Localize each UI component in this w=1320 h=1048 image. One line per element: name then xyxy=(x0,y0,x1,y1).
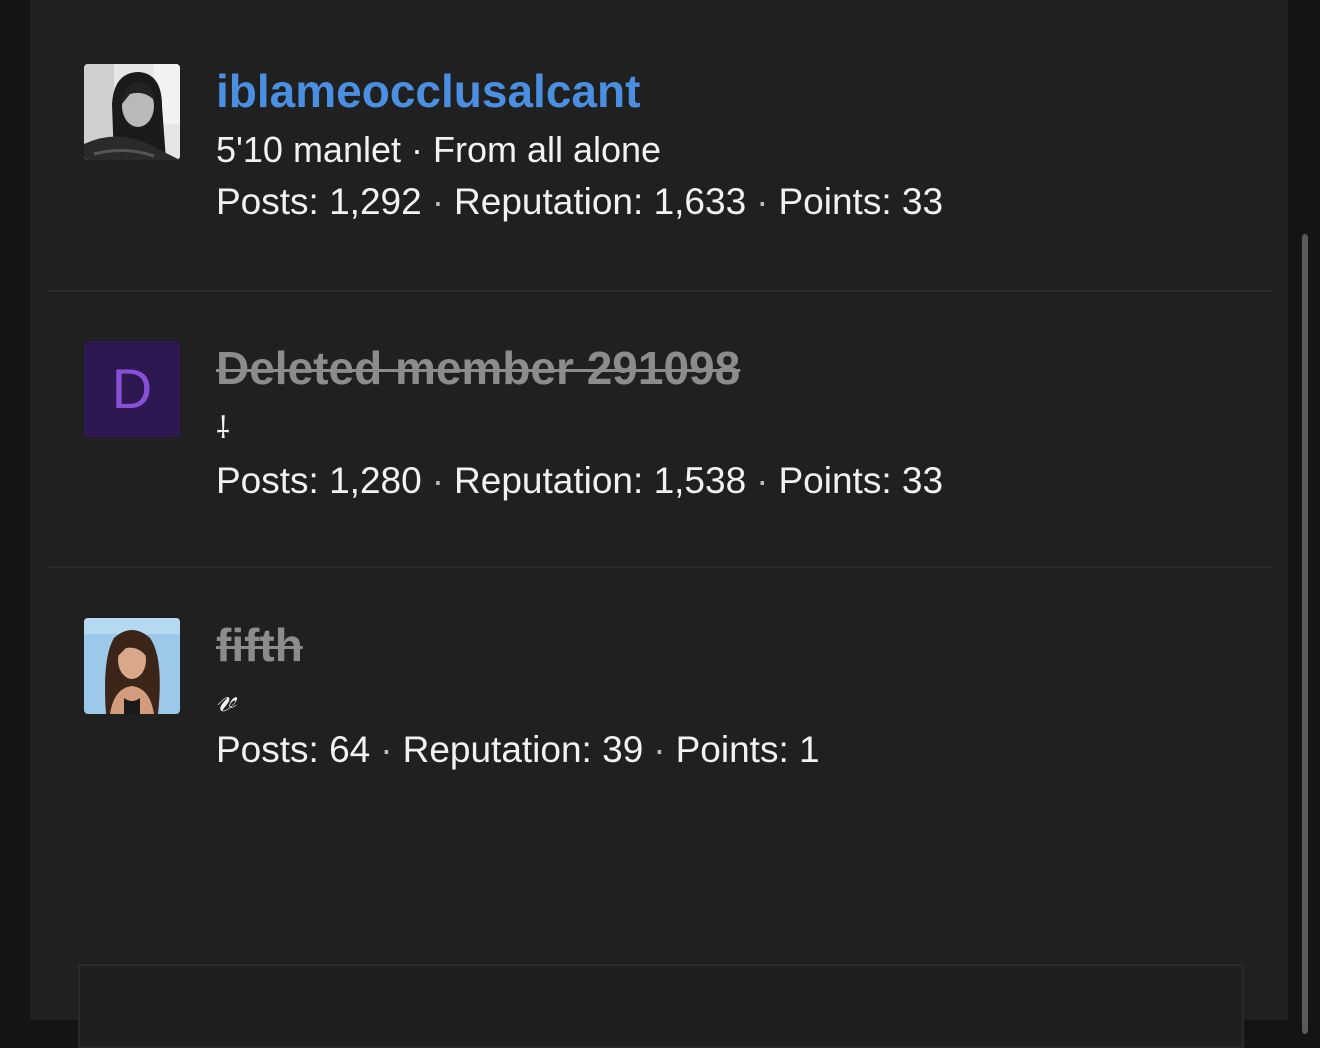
points-label: Points: xyxy=(778,181,892,222)
reputation-count: 39 xyxy=(602,729,644,770)
points-label: Points: xyxy=(675,729,789,770)
avatar[interactable] xyxy=(84,64,180,160)
avatar[interactable]: D xyxy=(84,341,180,437)
member-info: fifth 𝓋 Posts: 64 · Reputation: 39 · Points:… xyxy=(216,618,1256,772)
bottom-container xyxy=(78,964,1244,1048)
reputation-count: 1,538 xyxy=(653,460,747,501)
separator: · xyxy=(756,460,769,501)
divider xyxy=(48,290,1272,292)
separator: · xyxy=(756,181,769,222)
avatar-photo xyxy=(84,618,180,714)
posts-count: 64 xyxy=(329,729,371,770)
avatar[interactable] xyxy=(84,618,180,714)
posts-label: Posts: xyxy=(216,460,319,501)
member-info: Deleted member 291098 ⸸ Posts: 1,280 · Rep… xyxy=(216,341,1256,503)
username-deleted: Deleted member 291098 xyxy=(216,342,741,394)
posts-count: 1,292 xyxy=(329,181,422,222)
points-count: 33 xyxy=(901,181,944,222)
member-info: iblameocclusalcant 5'10 manlet · From al… xyxy=(216,64,1256,224)
separator: · xyxy=(380,729,393,770)
user-stats: Posts: 1,280 · Reputation: 1,538 · Points: 3… xyxy=(216,459,1256,503)
reputation-label: Reputation: xyxy=(454,460,644,501)
reputation-count: 1,633 xyxy=(653,181,747,222)
username-link[interactable]: iblameocclusalcant xyxy=(216,64,640,118)
member-list-panel: iblameocclusalcant 5'10 manlet · From al… xyxy=(30,0,1288,1048)
points-count: 33 xyxy=(901,460,944,501)
user-tagline: ⸸ xyxy=(216,412,231,445)
separator: · xyxy=(653,729,666,770)
username-deleted: fifth xyxy=(216,619,303,671)
user-tagline: 5'10 manlet · From all alone xyxy=(216,129,662,170)
points-count: 1 xyxy=(799,729,820,770)
separator: · xyxy=(431,460,445,501)
scrollbar[interactable] xyxy=(1302,234,1308,1034)
posts-label: Posts: xyxy=(216,181,319,222)
points-label: Points: xyxy=(778,460,892,501)
user-stats: Posts: 1,292 · Reputation: 1,633 · Points: 3… xyxy=(216,180,1256,224)
reputation-label: Reputation: xyxy=(454,181,644,222)
posts-count: 1,280 xyxy=(329,460,422,501)
user-stats: Posts: 64 · Reputation: 39 · Points: 1 xyxy=(216,728,1256,772)
reputation-label: Reputation: xyxy=(402,729,592,770)
user-tagline: 𝓋 xyxy=(216,675,236,721)
divider xyxy=(48,566,1272,568)
avatar-photo xyxy=(84,64,180,160)
posts-label: Posts: xyxy=(216,729,319,770)
separator: · xyxy=(431,181,445,222)
